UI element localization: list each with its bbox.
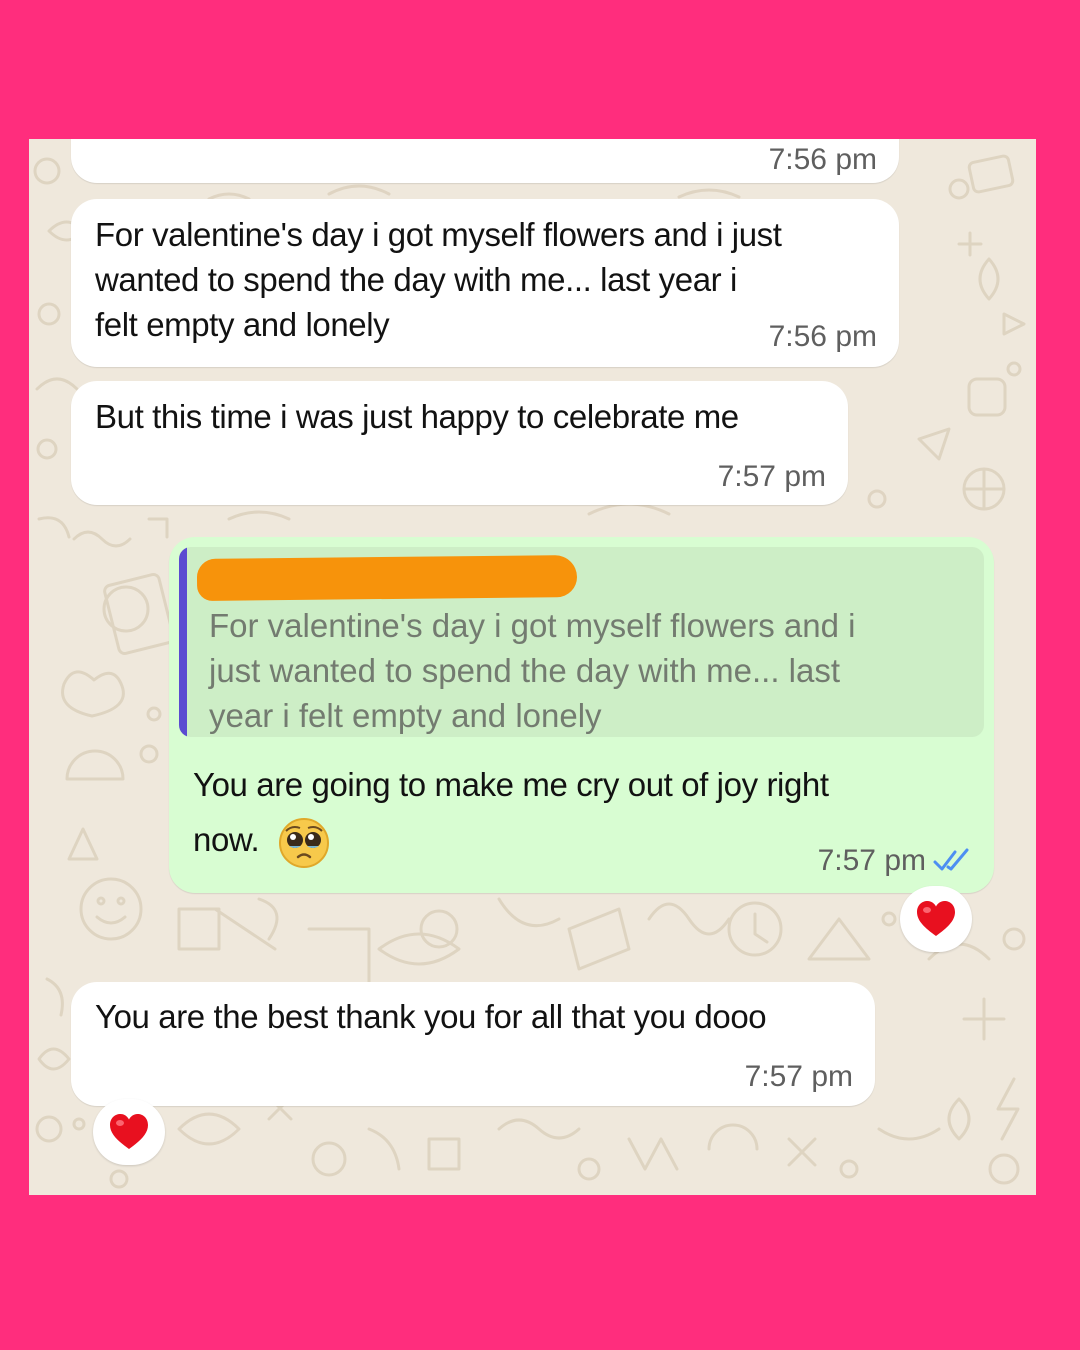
message-bubble-outgoing[interactable]: For valentine's day i got myself flowers… (169, 537, 994, 893)
message-timestamp: 7:57 pm (717, 460, 826, 493)
message-text-line: wanted to spend the day with me... last … (95, 261, 737, 298)
quoted-text-line: just wanted to spend the day with me... … (209, 652, 841, 689)
message-text-line: You are the best thank you for all that … (95, 998, 767, 1035)
quote-accent-bar (179, 547, 187, 737)
message-text-line: felt empty and lonely (95, 306, 390, 343)
message-text-line: You are going to make me cry out of joy … (193, 766, 829, 803)
message-bubble-incoming[interactable]: 7:56 pm (71, 139, 899, 183)
message-timestamp: 7:56 pm (768, 143, 877, 176)
message-bubble-incoming[interactable]: For valentine's day i got myself flowers… (71, 199, 899, 367)
message-text-line: But this time i was just happy to celebr… (95, 398, 739, 435)
message-text-line: For valentine's day i got myself flowers… (95, 216, 782, 253)
chat-screenshot: 7:56 pm For valentine's day i got myself… (29, 139, 1036, 1195)
message-timestamp: 7:57 pm (817, 844, 926, 877)
quoted-text-line: year i felt empty and lonely (209, 697, 602, 734)
pleading-face-icon (279, 818, 329, 868)
message-reaction[interactable] (900, 886, 972, 952)
quoted-text-line: For valentine's day i got myself flowers… (209, 607, 856, 644)
red-heart-icon (110, 1114, 148, 1149)
message-reaction[interactable] (93, 1099, 165, 1165)
message-bubble-incoming[interactable]: But this time i was just happy to celebr… (71, 381, 848, 505)
red-heart-icon (917, 901, 955, 936)
redacted-sender-name (196, 555, 578, 601)
quoted-message[interactable]: For valentine's day i got myself flowers… (179, 547, 984, 737)
double-check-icon (933, 848, 969, 871)
message-bubble-incoming[interactable]: You are the best thank you for all that … (71, 982, 875, 1106)
message-timestamp: 7:57 pm (744, 1060, 853, 1093)
message-text-line: now. (193, 821, 260, 858)
message-timestamp: 7:56 pm (768, 320, 877, 353)
